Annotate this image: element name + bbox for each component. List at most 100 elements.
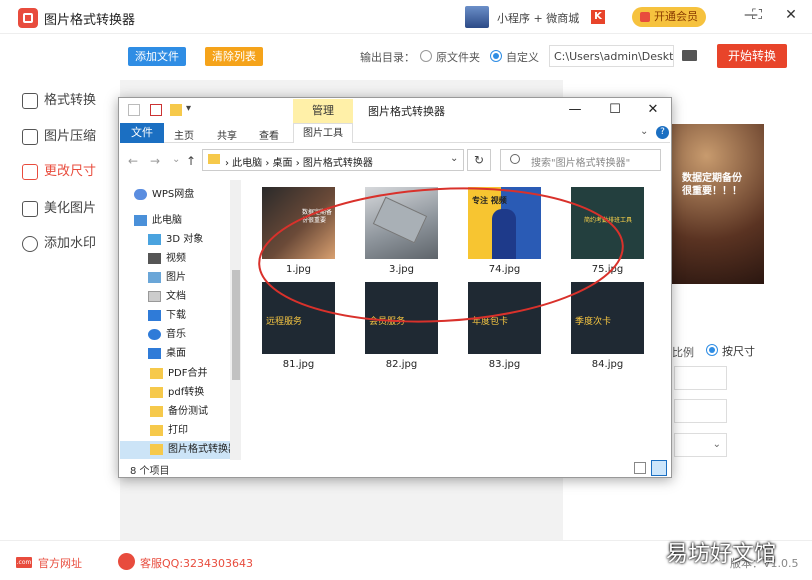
tree-label: 图片格式转换器 bbox=[168, 444, 238, 455]
customize-arrow-icon[interactable]: ▾ bbox=[186, 103, 191, 114]
tree-item-3d[interactable]: 3D 对象 bbox=[148, 231, 203, 249]
tree-item-pictures[interactable]: 图片 bbox=[148, 269, 186, 287]
folder-icon[interactable] bbox=[170, 104, 182, 116]
picture-icon bbox=[148, 272, 161, 283]
preview-image bbox=[668, 124, 764, 284]
nav-resize[interactable]: 更改尺寸 bbox=[22, 162, 96, 182]
file-name[interactable]: 84.jpg bbox=[571, 359, 644, 370]
tree-item-this-pc[interactable]: 此电脑 bbox=[134, 212, 182, 230]
forward-icon[interactable]: → bbox=[150, 154, 160, 168]
search-input[interactable]: 搜索"图片格式转换器" bbox=[500, 149, 661, 171]
details-view-icon[interactable] bbox=[634, 462, 646, 474]
back-icon[interactable]: ← bbox=[128, 154, 138, 168]
tab-view[interactable]: 查看 bbox=[259, 127, 279, 142]
watermark-icon bbox=[22, 236, 38, 252]
tab-file[interactable]: 文件 bbox=[120, 123, 164, 143]
tab-share[interactable]: 共享 bbox=[217, 127, 237, 142]
properties-icon[interactable] bbox=[128, 104, 140, 116]
tree-item-pdf-merge[interactable]: PDF合并 bbox=[150, 365, 207, 383]
nav-label: 添加水印 bbox=[44, 236, 97, 251]
qq-icon[interactable] bbox=[118, 553, 135, 570]
customer-service-qq[interactable]: 客服QQ:3234303643 bbox=[140, 555, 253, 571]
folder-icon bbox=[150, 425, 163, 436]
up-icon[interactable]: ↑ bbox=[186, 154, 196, 168]
video-icon bbox=[148, 253, 161, 264]
address-field[interactable]: › 此电脑 › 桌面 › 图片格式转换器 bbox=[202, 149, 464, 171]
unit-select[interactable]: ⌄ bbox=[674, 433, 727, 457]
explorer-minimize-button[interactable]: — bbox=[568, 102, 582, 117]
help-icon[interactable]: ? bbox=[656, 126, 669, 139]
search-icon bbox=[510, 154, 520, 164]
tree-label: pdf转换 bbox=[168, 387, 205, 398]
official-site-link[interactable]: 官方网址 bbox=[38, 555, 82, 571]
tree-item-video[interactable]: 视频 bbox=[148, 250, 186, 268]
check-icon[interactable] bbox=[150, 104, 162, 116]
refresh-icon[interactable]: ↻ bbox=[467, 149, 491, 171]
ratio-option-label[interactable]: 比例 bbox=[672, 344, 694, 360]
browse-folder-icon[interactable] bbox=[682, 50, 697, 61]
tab-picture-tools[interactable]: 图片工具 bbox=[293, 123, 353, 143]
explorer-close-button[interactable]: ✕ bbox=[646, 102, 660, 117]
tree-item-desktop[interactable]: 桌面 bbox=[148, 345, 186, 363]
width-field[interactable] bbox=[674, 366, 727, 390]
tree-label: 图片 bbox=[166, 272, 186, 283]
file-name[interactable]: 82.jpg bbox=[365, 359, 438, 370]
tree-label: PDF合并 bbox=[168, 368, 208, 379]
tree-item-documents[interactable]: 文档 bbox=[148, 288, 186, 306]
custom-folder-label[interactable]: 自定义 bbox=[506, 49, 539, 65]
ribbon-expand-icon[interactable]: ⌄ bbox=[640, 126, 648, 137]
website-icon[interactable]: .com bbox=[16, 557, 32, 568]
nav-label: 美化图片 bbox=[44, 201, 97, 216]
explorer-window-title: 图片格式转换器 bbox=[368, 105, 445, 118]
nav-format-convert[interactable]: 格式转换 bbox=[22, 91, 96, 111]
tree-item-downloads[interactable]: 下载 bbox=[148, 307, 186, 325]
preview-text: 数据定期备份 很重要！！！ bbox=[682, 172, 742, 198]
clear-list-button[interactable]: 清除列表 bbox=[205, 47, 263, 66]
maximize-button[interactable]: ⛶ bbox=[748, 7, 766, 23]
vip-button[interactable]: 开通会员 bbox=[632, 7, 706, 27]
mini-program-link[interactable]: 小程序 + 微商城 bbox=[497, 10, 579, 26]
by-size-radio[interactable] bbox=[706, 344, 718, 356]
tab-home[interactable]: 主页 bbox=[174, 127, 194, 142]
file-name[interactable]: 81.jpg bbox=[262, 359, 335, 370]
address-dropdown-icon[interactable]: ⌄ bbox=[450, 153, 458, 164]
output-dir-label: 输出目录： bbox=[360, 51, 415, 64]
original-folder-radio[interactable] bbox=[420, 50, 432, 62]
k-logo-icon[interactable]: K bbox=[591, 10, 605, 24]
folder-icon bbox=[208, 154, 220, 164]
mini-program-thumbnail[interactable] bbox=[465, 6, 489, 28]
recent-dropdown-icon[interactable]: ⌄ bbox=[172, 154, 180, 165]
by-size-label[interactable]: 按尺寸 bbox=[722, 343, 755, 359]
nav-watermark[interactable]: 添加水印 bbox=[22, 234, 96, 254]
manage-context-tab[interactable]: 管理 bbox=[293, 99, 353, 123]
close-button[interactable]: ✕ bbox=[782, 7, 800, 23]
add-files-button[interactable]: 添加文件 bbox=[128, 47, 186, 66]
custom-folder-radio[interactable] bbox=[490, 50, 502, 62]
tree-item-backup-test[interactable]: 备份测试 bbox=[150, 403, 208, 421]
large-icons-view-icon[interactable] bbox=[651, 460, 667, 476]
resize-icon bbox=[22, 164, 38, 180]
folder-icon bbox=[150, 406, 163, 417]
output-path-field[interactable]: C:\Users\admin\Deskto bbox=[549, 45, 674, 67]
file-name[interactable]: 83.jpg bbox=[468, 359, 541, 370]
height-field[interactable] bbox=[674, 399, 727, 423]
explorer-maximize-button[interactable]: ☐ bbox=[608, 102, 622, 117]
folder-icon bbox=[150, 368, 163, 379]
original-folder-label[interactable]: 原文件夹 bbox=[436, 49, 480, 65]
refresh-icon bbox=[22, 93, 38, 109]
tree-item-wps[interactable]: WPS网盘 bbox=[134, 186, 194, 204]
start-convert-button[interactable]: 开始转换 bbox=[717, 44, 787, 68]
tree-item-converter-folder[interactable]: 图片格式转换器 bbox=[120, 441, 238, 459]
tree-item-print[interactable]: 打印 bbox=[150, 422, 188, 440]
nav-compress[interactable]: 图片压缩 bbox=[22, 127, 96, 147]
tree-item-pdf-convert[interactable]: pdf转换 bbox=[150, 384, 204, 402]
tree-label: 3D 对象 bbox=[166, 234, 204, 245]
tree-scrollbar-thumb[interactable] bbox=[232, 270, 240, 380]
watermark-text: 易坊好文馆 bbox=[666, 542, 777, 567]
tree-label: 视频 bbox=[166, 253, 186, 264]
tree-item-music[interactable]: 音乐 bbox=[148, 326, 186, 344]
tree-label: 此电脑 bbox=[152, 215, 182, 226]
document-icon bbox=[148, 291, 161, 302]
app-logo-icon bbox=[18, 8, 38, 28]
nav-beautify[interactable]: 美化图片 bbox=[22, 199, 96, 219]
